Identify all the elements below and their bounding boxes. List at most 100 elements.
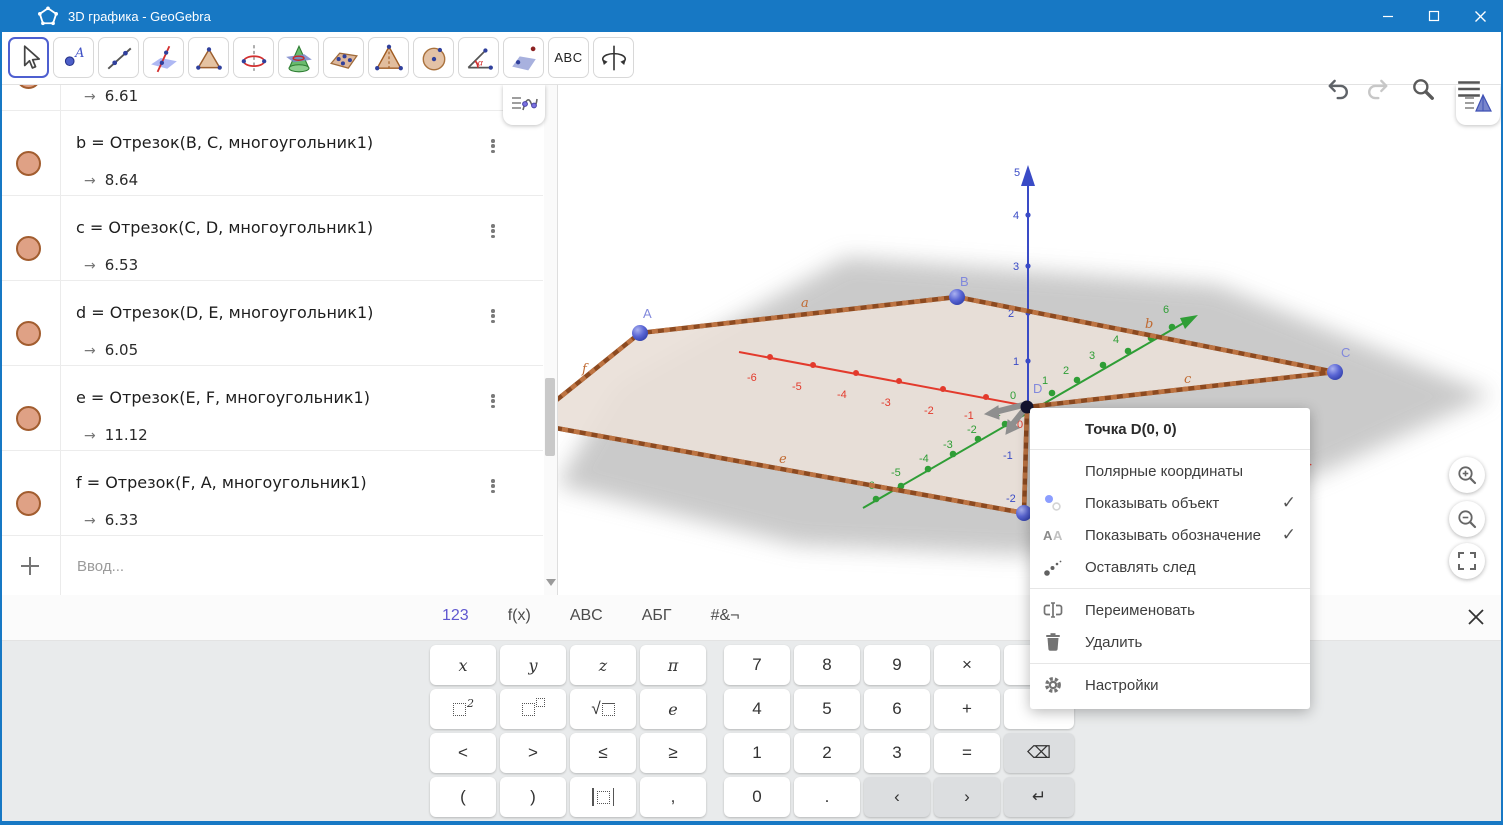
row-menu-button[interactable] — [485, 307, 501, 325]
algebra-row-b[interactable]: b = Отрезок(B, C, многоугольник1)→8.64 — [0, 110, 543, 196]
key-x[interactable]: x — [430, 645, 496, 685]
plane-through-points-tool[interactable] — [323, 37, 364, 78]
key-paren-close[interactable]: ) — [500, 777, 566, 817]
key-y[interactable]: y — [500, 645, 566, 685]
undo-button[interactable] — [1322, 72, 1356, 106]
text-tool[interactable]: ABC — [548, 37, 589, 78]
algebra-row-f[interactable]: f = Отрезок(F, A, многоугольник1)→6.33 — [0, 450, 543, 536]
visibility-toggle[interactable] — [16, 85, 41, 89]
point-B[interactable] — [949, 289, 965, 305]
visibility-toggle[interactable] — [16, 491, 41, 516]
menu-item-delete[interactable]: Удалить — [1030, 626, 1310, 658]
algebra-input-row[interactable] — [0, 535, 543, 595]
key-5[interactable]: 5 — [794, 689, 860, 729]
key-8[interactable]: 8 — [794, 645, 860, 685]
row-menu-button[interactable] — [485, 392, 501, 410]
key-sqrt[interactable]: √ — [570, 689, 636, 729]
maximize-button[interactable] — [1411, 0, 1457, 32]
key-pi[interactable]: π — [640, 645, 706, 685]
menu-item-show-object[interactable]: Показывать объект✓ — [1030, 487, 1310, 519]
key-comma[interactable]: , — [640, 777, 706, 817]
visibility-toggle[interactable] — [16, 321, 41, 346]
key-less-than[interactable]: < — [430, 733, 496, 773]
key-1[interactable]: 1 — [724, 733, 790, 773]
key-geq[interactable]: ≥ — [640, 733, 706, 773]
menu-item-polar-coordinates[interactable]: Полярные координаты — [1030, 455, 1310, 487]
key-0[interactable]: 0 — [724, 777, 790, 817]
key-multiply[interactable]: × — [934, 645, 1000, 685]
keyboard-tab-latin[interactable]: ABC — [564, 606, 609, 626]
key-greater-than[interactable]: > — [500, 733, 566, 773]
keyboard-tab-symbols[interactable]: #&¬ — [705, 606, 746, 626]
redo-button[interactable] — [1360, 72, 1394, 106]
key-leq[interactable]: ≤ — [570, 733, 636, 773]
zoom-in-button[interactable] — [1449, 457, 1485, 493]
visibility-toggle[interactable] — [16, 151, 41, 176]
key-e[interactable]: e — [640, 689, 706, 729]
menu-item-rename[interactable]: Переименовать — [1030, 594, 1310, 626]
close-button[interactable] — [1457, 0, 1503, 32]
algebra-row-d[interactable]: d = Отрезок(D, E, многоугольник1)→6.05 — [0, 280, 543, 366]
key-equals[interactable]: = — [934, 733, 1000, 773]
reflect-about-plane-tool[interactable] — [503, 37, 544, 78]
visibility-toggle[interactable] — [16, 236, 41, 261]
key-power[interactable] — [500, 689, 566, 729]
sphere-tool[interactable] — [413, 37, 454, 78]
algebra-scrollbar[interactable] — [544, 85, 557, 595]
circle-with-axis-tool[interactable] — [233, 37, 274, 78]
key-paren-open[interactable]: ( — [430, 777, 496, 817]
key-abs[interactable] — [570, 777, 636, 817]
key-2[interactable]: 2 — [794, 733, 860, 773]
key-backspace[interactable]: ⌫ — [1004, 733, 1074, 773]
scrollbar-thumb[interactable] — [545, 378, 555, 456]
polygon-tool[interactable] — [188, 37, 229, 78]
visibility-toggle[interactable] — [16, 406, 41, 431]
angle-tool[interactable]: α — [458, 37, 499, 78]
fullscreen-button[interactable] — [1449, 543, 1485, 579]
key-3[interactable]: 3 — [864, 733, 930, 773]
key-cursor-right[interactable]: › — [934, 777, 1000, 817]
menu-item-trace[interactable]: Оставлять след — [1030, 551, 1310, 583]
search-button[interactable] — [1406, 72, 1440, 106]
main-menu-button[interactable] — [1452, 72, 1486, 106]
intersect-two-surfaces-tool[interactable] — [278, 37, 319, 78]
minimize-button[interactable] — [1365, 0, 1411, 32]
keyboard-tab-numbers[interactable]: 123 — [436, 606, 475, 626]
key-cursor-left[interactable]: ‹ — [864, 777, 930, 817]
plane-through-points-tool-icon — [329, 43, 359, 73]
keyboard-close-button[interactable] — [1461, 603, 1491, 633]
move-tool[interactable] — [8, 37, 49, 78]
algebra-row-e[interactable]: e = Отрезок(E, F, многоугольник1)→11.12 — [0, 365, 543, 451]
row-menu-button[interactable] — [485, 137, 501, 155]
keyboard-tab-cyrillic[interactable]: АБГ — [636, 606, 678, 626]
perpendicular-line-tool[interactable] — [143, 37, 184, 78]
add-input-button[interactable] — [18, 554, 42, 578]
key-z[interactable]: z — [570, 645, 636, 685]
algebra-row-c[interactable]: c = Отрезок(C, D, многоугольник1)→6.53 — [0, 195, 543, 281]
key-9[interactable]: 9 — [864, 645, 930, 685]
keyboard-tab-functions[interactable]: f(x) — [502, 606, 537, 626]
algebra-style-button[interactable] — [503, 85, 545, 125]
key-decimal-point[interactable]: . — [794, 777, 860, 817]
zoom-out-button[interactable] — [1449, 501, 1485, 537]
point-C[interactable] — [1327, 364, 1343, 380]
point-tool[interactable]: A — [53, 37, 94, 78]
rotate-view-tool[interactable] — [593, 37, 634, 78]
pyramid-tool[interactable] — [368, 37, 409, 78]
key-7[interactable]: 7 — [724, 645, 790, 685]
key-square[interactable]: 2 — [430, 689, 496, 729]
key-6[interactable]: 6 — [864, 689, 930, 729]
key-4[interactable]: 4 — [724, 689, 790, 729]
key-plus[interactable]: + — [934, 689, 1000, 729]
menu-item-settings[interactable]: Настройки — [1030, 669, 1310, 701]
scrollbar-down-arrow[interactable] — [546, 579, 556, 586]
key-enter[interactable]: ↵ — [1004, 777, 1074, 817]
point-A[interactable] — [632, 325, 648, 341]
row-menu-button[interactable] — [485, 477, 501, 495]
algebra-input[interactable] — [75, 550, 479, 582]
menu-item-show-label[interactable]: AAПоказывать обозначение✓ — [1030, 519, 1310, 551]
algebra-row-a[interactable]: →6.61 — [0, 85, 543, 110]
row-menu-button[interactable] — [485, 222, 501, 240]
line-tool[interactable] — [98, 37, 139, 78]
geogebra-logo-icon — [38, 6, 58, 26]
